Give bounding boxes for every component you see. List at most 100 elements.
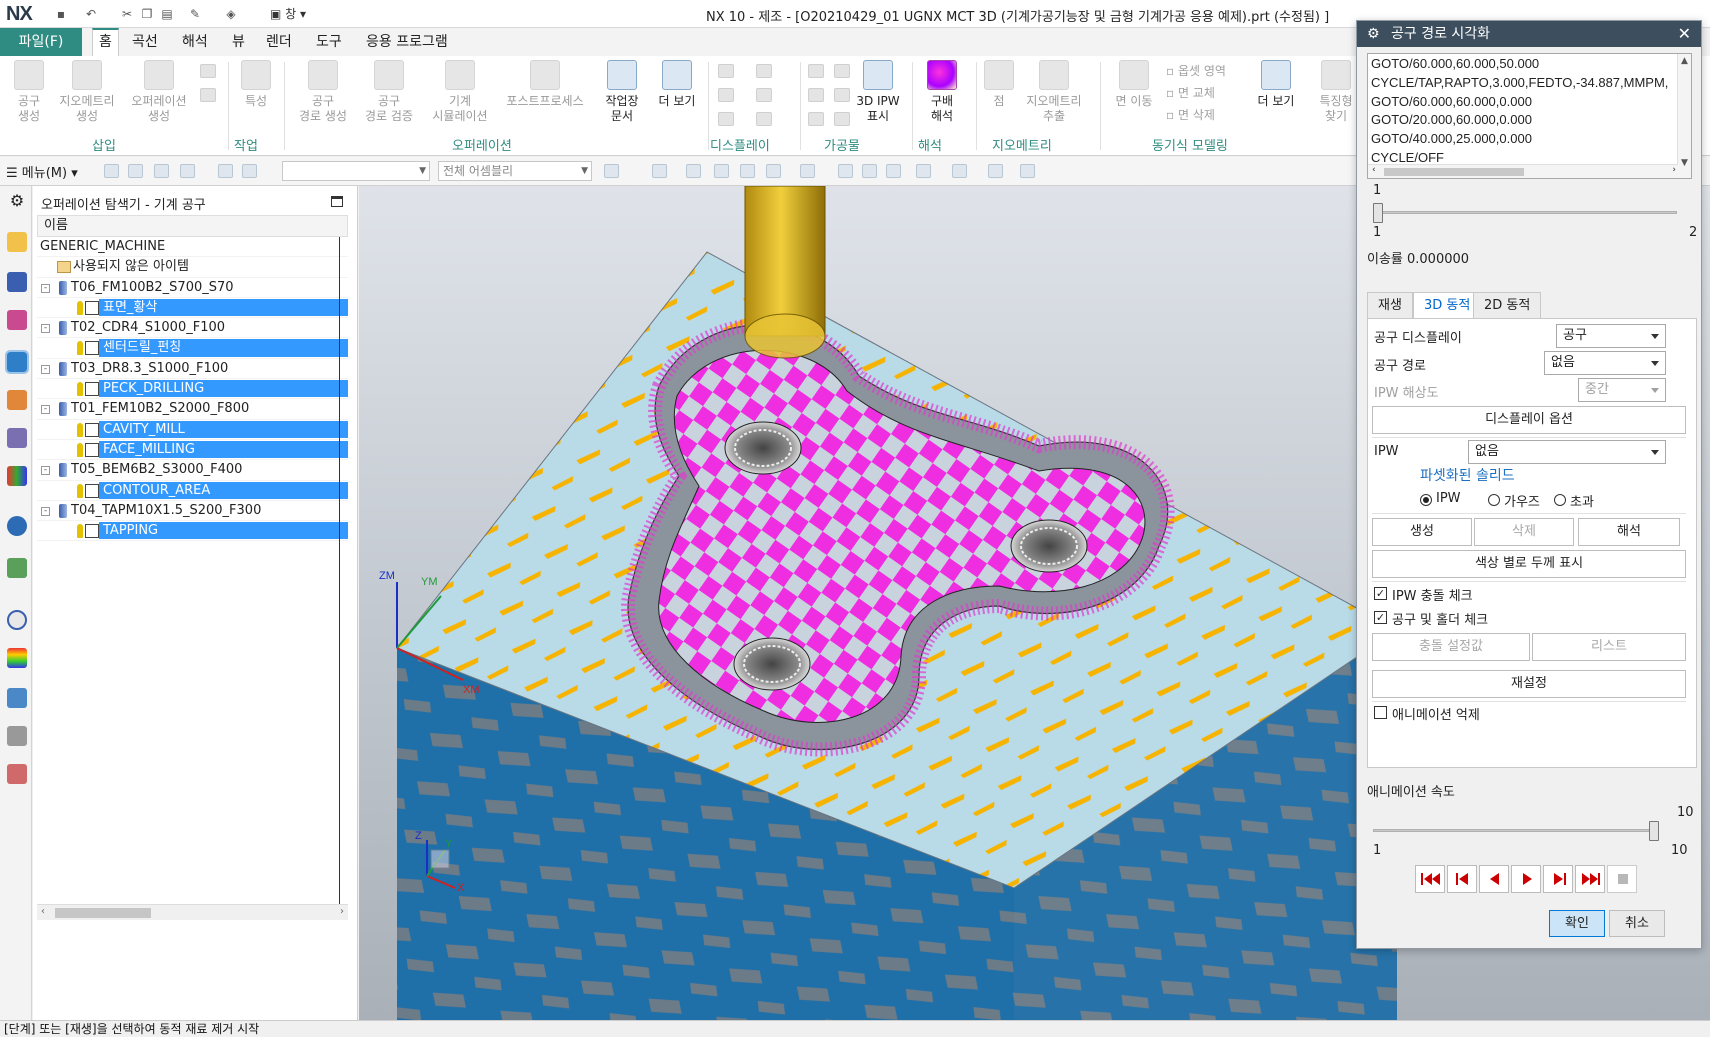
dialog-gear-icon[interactable]: ⚙ xyxy=(1367,21,1380,47)
machining-icon-4[interactable] xyxy=(834,88,850,102)
3d-ipw-display-button[interactable]: 3D IPW 표시 xyxy=(852,60,904,124)
orient-view-icon[interactable] xyxy=(916,164,931,178)
type-filter-select[interactable]: ▼ xyxy=(282,161,430,181)
toolbar-icon-2[interactable] xyxy=(128,164,143,178)
toolbar-icon-11[interactable] xyxy=(740,164,755,178)
toolbar-icon-10[interactable] xyxy=(714,164,729,178)
scroll-right-icon[interactable]: › xyxy=(340,906,344,917)
offset-region-button[interactable]: ▫ 옵셋 영역 xyxy=(1166,62,1226,79)
operation-navigator-program-icon[interactable] xyxy=(7,232,27,252)
toolbar-icon-14[interactable] xyxy=(1020,164,1035,178)
ipw-select[interactable]: 없음 xyxy=(1468,440,1666,464)
render-style-icon[interactable] xyxy=(952,164,967,178)
postprocess-button[interactable]: 포스트프로세스 xyxy=(500,60,590,109)
tool-row[interactable]: - T04_TAPM10X1.5_S200_F300 xyxy=(37,501,348,522)
display-icon-1[interactable] xyxy=(718,64,734,78)
verify-path-button[interactable]: 공구 경로 검증 xyxy=(358,60,420,124)
radio-excess[interactable] xyxy=(1554,494,1566,506)
maximize-icon[interactable] xyxy=(331,196,343,207)
toolbar-icon-6[interactable] xyxy=(242,164,257,178)
process-studio-icon[interactable] xyxy=(7,688,27,708)
toolbar-icon-1[interactable] xyxy=(104,164,119,178)
list-vertical-scrollbar[interactable]: ▲ ▼ xyxy=(1677,54,1691,178)
list-scroll-thumb[interactable] xyxy=(1384,168,1524,176)
machining-icon-6[interactable] xyxy=(834,112,850,126)
extract-geometry-button[interactable]: 지오메트리 추출 xyxy=(1018,60,1090,124)
create-operation-button[interactable]: 오퍼레이션 생성 xyxy=(124,60,194,124)
tool-display-select[interactable]: 공구 xyxy=(1556,324,1666,348)
machine-root-row[interactable]: GENERIC_MACHINE xyxy=(37,237,348,258)
replace-face-button[interactable]: ▫ 면 교체 xyxy=(1166,84,1215,101)
fit-view-icon[interactable] xyxy=(838,164,853,178)
collapse-icon[interactable]: - xyxy=(41,506,50,516)
tab-render[interactable]: 렌더 xyxy=(260,28,298,56)
tool-holder-checkbox[interactable]: ✓ xyxy=(1374,611,1387,624)
paste-icon[interactable]: ▤ xyxy=(158,5,176,23)
cancel-button[interactable]: 취소 xyxy=(1609,910,1665,937)
collision-settings-button[interactable]: 충돌 설정값 xyxy=(1372,633,1530,661)
play-reverse-button[interactable] xyxy=(1479,865,1509,893)
machining-icon-2[interactable] xyxy=(834,64,850,78)
tool-row[interactable]: - T05_BEM6B2_S3000_F400 xyxy=(37,460,348,481)
step-forward-button[interactable] xyxy=(1543,865,1573,893)
display-options-button[interactable]: 디스플레이 옵션 xyxy=(1372,406,1686,434)
ok-button[interactable]: 확인 xyxy=(1549,910,1605,937)
save-icon[interactable]: ▪ xyxy=(52,5,70,23)
create-button[interactable]: 생성 xyxy=(1372,518,1472,546)
small-icon-2[interactable] xyxy=(200,88,216,102)
clock-icon[interactable] xyxy=(7,610,27,630)
tab-replay[interactable]: 재생 xyxy=(1367,292,1413,319)
tab-3d-dynamic[interactable]: 3D 동적 xyxy=(1413,292,1482,320)
delete-button[interactable]: 삭제 xyxy=(1474,518,1574,546)
tool-row[interactable]: - T02_CDR4_S1000_F100 xyxy=(37,318,348,339)
stop-button[interactable] xyxy=(1607,865,1637,893)
radio-gouge[interactable] xyxy=(1488,494,1500,506)
show-thickness-by-color-button[interactable]: 색상 별로 두께 표시 xyxy=(1372,550,1686,578)
tool-row[interactable]: - T06_FM100B2_S700_S70 xyxy=(37,278,348,298)
touch-mode-icon[interactable]: ◈ xyxy=(222,5,240,23)
list-button[interactable]: 리스트 xyxy=(1532,633,1686,661)
collapse-icon[interactable]: - xyxy=(41,324,50,334)
gear-icon[interactable]: ⚙ xyxy=(7,192,27,212)
machining-method-view-icon[interactable] xyxy=(5,350,29,374)
repeat-command-icon[interactable]: ✎ xyxy=(186,5,204,23)
toolbar-icon-3[interactable] xyxy=(154,164,169,178)
scroll-thumb[interactable] xyxy=(55,908,151,918)
undo-icon[interactable]: ↶ xyxy=(82,5,100,23)
gradient-analysis-button[interactable]: 구배 해석 xyxy=(918,60,966,124)
zoom-icon[interactable] xyxy=(862,164,877,178)
display-icon-6[interactable] xyxy=(756,112,772,126)
toolbar-icon-5[interactable] xyxy=(218,164,233,178)
step-slider-thumb[interactable] xyxy=(1373,203,1383,223)
tab-home[interactable]: 홈 xyxy=(92,28,119,56)
web-browser-icon[interactable] xyxy=(7,516,27,536)
path-line[interactable]: GOTO/20.000,60.000,0.000 xyxy=(1368,110,1691,129)
path-line[interactable]: GOTO/60.000,60.000,50.000 xyxy=(1368,54,1691,73)
machine-tool-view-icon[interactable] xyxy=(7,272,27,292)
scroll-left-icon[interactable]: ‹ xyxy=(41,906,45,917)
window-menu[interactable]: ▣ 창 ▾ xyxy=(270,5,306,22)
role-icon[interactable] xyxy=(7,726,27,746)
toolbar-icon-9[interactable] xyxy=(686,164,701,178)
edit-section-icon[interactable] xyxy=(988,164,1003,178)
close-icon[interactable]: ✕ xyxy=(1678,21,1691,47)
rotate-icon[interactable] xyxy=(886,164,901,178)
fast-forward-button[interactable] xyxy=(1575,865,1605,893)
toolbar-icon-13[interactable] xyxy=(800,164,815,178)
operation-row[interactable]: TAPPING xyxy=(37,521,348,542)
collapse-icon[interactable]: - xyxy=(41,466,50,476)
tab-analysis[interactable]: 해석 xyxy=(176,28,214,56)
tool-row[interactable]: - T01_FEM10B2_S2000_F800 xyxy=(37,399,348,420)
point-button[interactable]: 점 xyxy=(984,60,1014,109)
toolbar-icon-7[interactable] xyxy=(604,164,619,178)
tool-row[interactable]: - T03_DR8.3_S1000_F100 xyxy=(37,359,348,380)
operation-row[interactable]: CAVITY_MILL xyxy=(37,420,348,440)
operation-row[interactable]: PECK_DRILLING xyxy=(37,379,348,400)
palette-icon[interactable] xyxy=(7,466,27,486)
color-palette-icon[interactable] xyxy=(7,648,27,668)
tab-application[interactable]: 응용 프로그램 xyxy=(360,28,454,56)
ipw-resolution-select[interactable]: 중간 xyxy=(1578,378,1666,402)
step-back-button[interactable] xyxy=(1447,865,1477,893)
collapse-icon[interactable]: - xyxy=(41,405,50,415)
path-line[interactable]: GOTO/60.000,60.000,0.000 xyxy=(1368,92,1691,111)
